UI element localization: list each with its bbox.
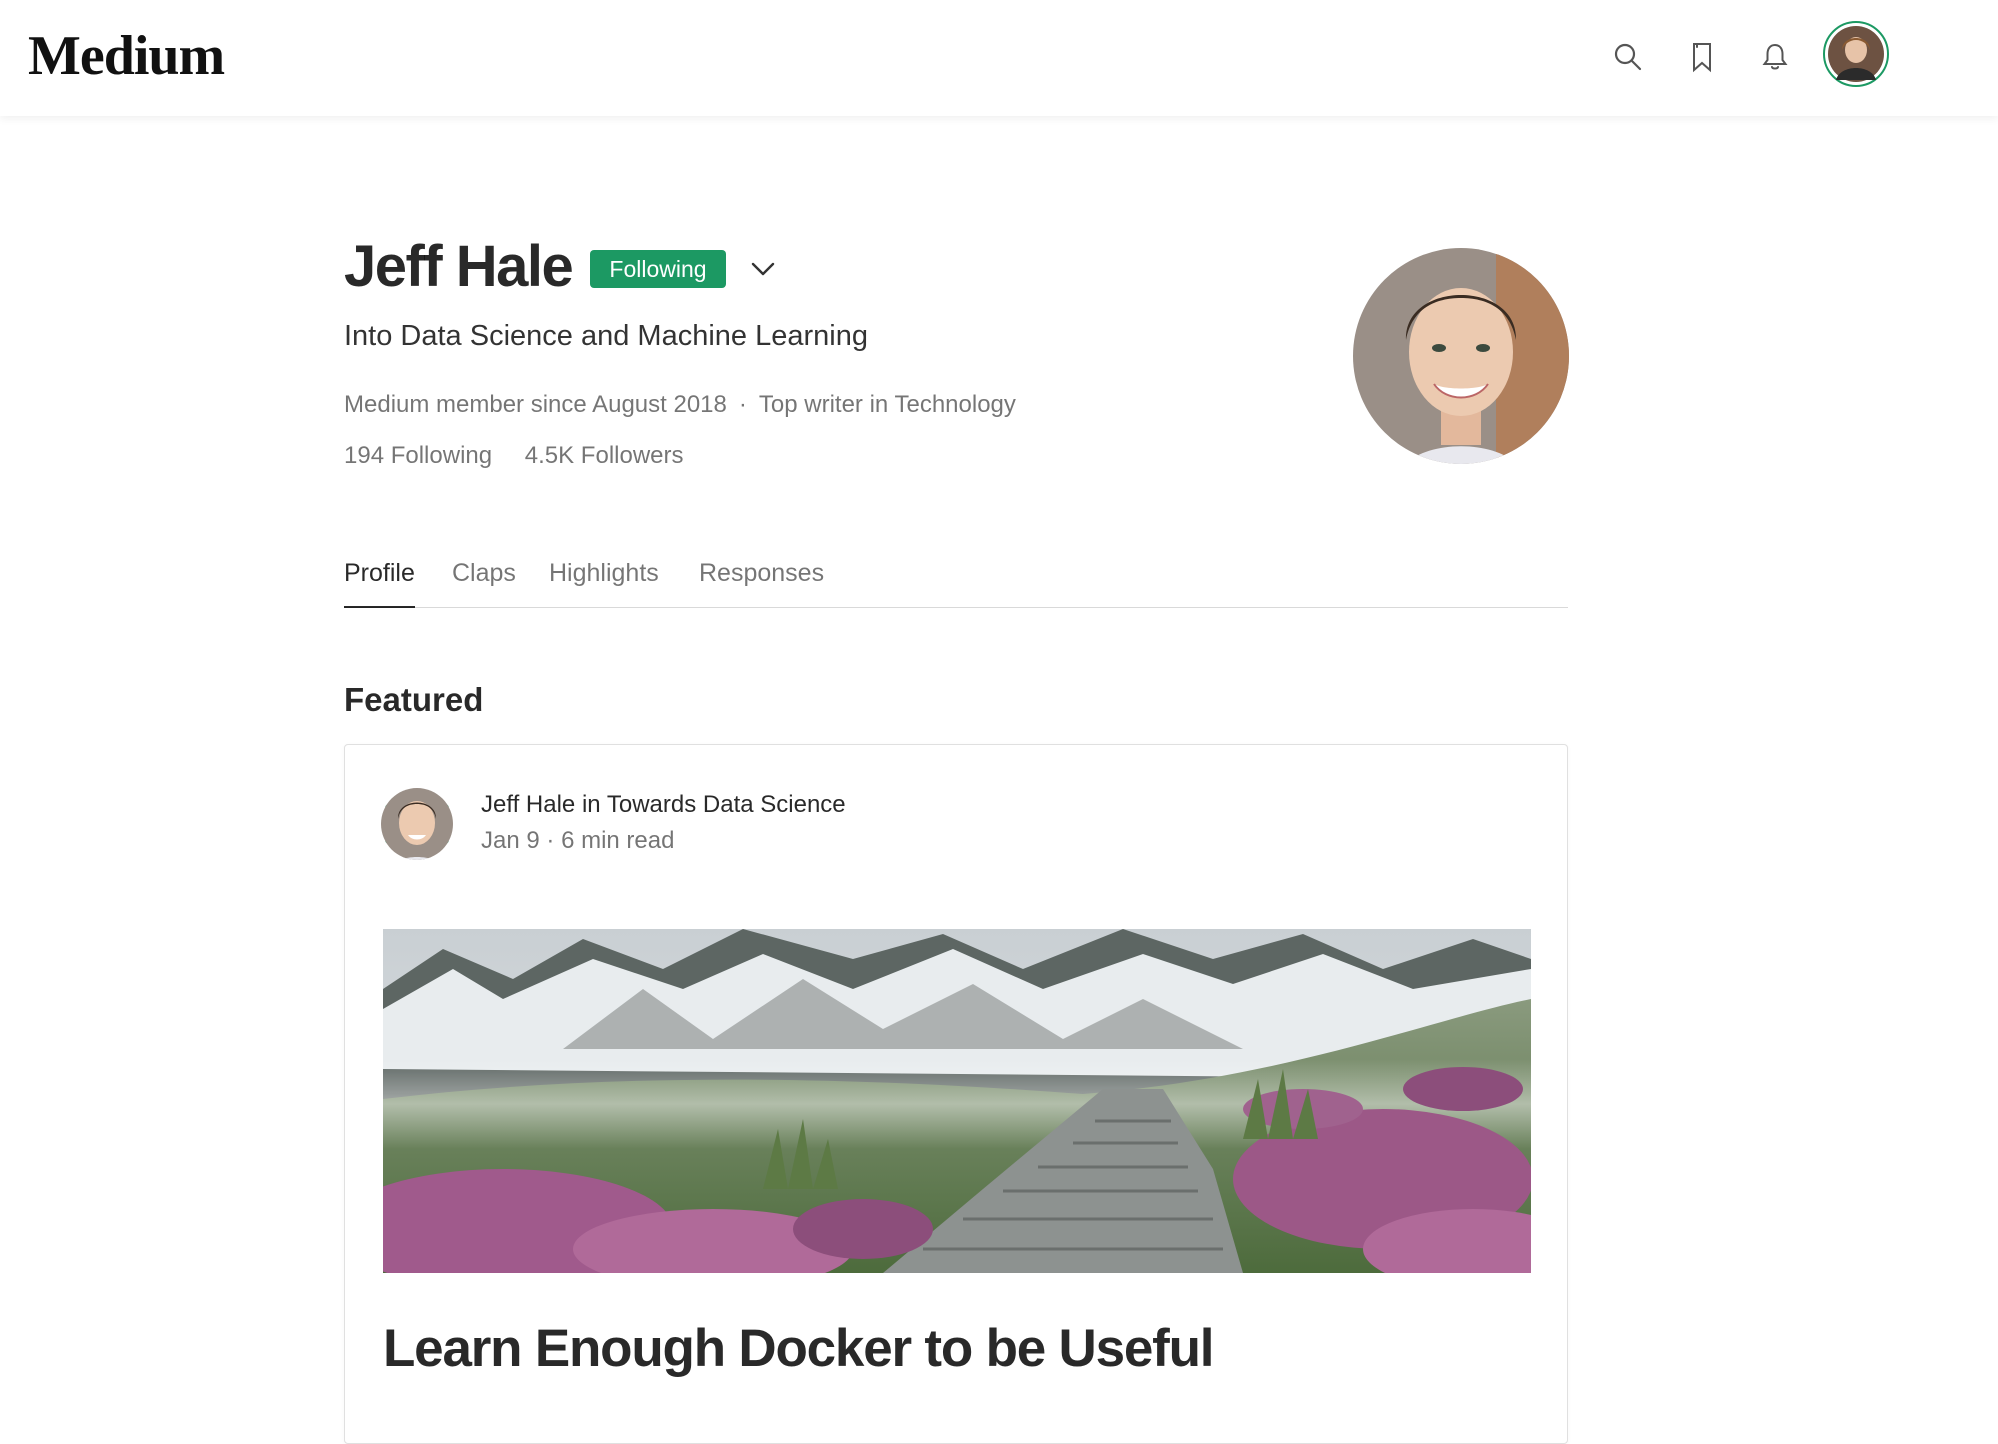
- profile-name: Jeff Hale: [344, 234, 574, 299]
- read-time: 6 min read: [561, 827, 675, 854]
- following-count-link[interactable]: 194 Following: [344, 442, 492, 469]
- member-since-link[interactable]: Medium member since August 2018: [344, 391, 727, 418]
- tab-highlights[interactable]: Highlights: [549, 556, 659, 608]
- profile-avatar[interactable]: [1346, 230, 1576, 480]
- top-navigation-bar: Medium: [0, 0, 1998, 116]
- top-writer-link[interactable]: Top writer in Technology: [759, 391, 1016, 418]
- featured-post-card[interactable]: Jeff Hale in Towards Data Science Jan 9 …: [344, 744, 1568, 1444]
- byline-connector: in: [581, 791, 601, 818]
- post-title[interactable]: Learn Enough Docker to be Useful: [383, 1317, 1215, 1381]
- post-hero-image[interactable]: [383, 929, 1531, 1273]
- profile-stats: 194 Following 4.5K Followers: [344, 440, 710, 472]
- chevron-down-icon[interactable]: [748, 256, 778, 282]
- bell-icon[interactable]: [1757, 38, 1793, 76]
- post-byline: Jeff Hale in Towards Data Science: [481, 789, 846, 821]
- profile-bio: Into Data Science and Machine Learning: [344, 320, 868, 352]
- user-avatar[interactable]: [1822, 20, 1890, 88]
- followers-count-link[interactable]: 4.5K Followers: [525, 442, 684, 469]
- post-date-link[interactable]: Jan 9: [481, 827, 540, 854]
- following-button[interactable]: Following: [590, 250, 726, 288]
- tab-profile[interactable]: Profile: [344, 556, 415, 608]
- meta-separator: ·: [738, 391, 747, 418]
- profile-meta: Medium member since August 2018 · Top writ…: [344, 389, 1016, 421]
- meta-separator: ·: [546, 827, 555, 854]
- tab-claps[interactable]: Claps: [452, 556, 516, 608]
- post-meta: Jan 9 · 6 min read: [481, 825, 674, 857]
- featured-heading: Featured: [344, 681, 484, 718]
- profile-tabs: Profile Claps Highlights Responses: [344, 556, 1568, 608]
- post-author-avatar[interactable]: [377, 779, 457, 869]
- publication-link[interactable]: Towards Data Science: [607, 791, 846, 818]
- medium-logo[interactable]: Medium: [28, 26, 225, 86]
- search-icon[interactable]: [1610, 38, 1646, 76]
- tab-responses[interactable]: Responses: [699, 556, 824, 608]
- bookmark-icon[interactable]: [1684, 38, 1720, 76]
- post-author-link[interactable]: Jeff Hale: [481, 791, 575, 818]
